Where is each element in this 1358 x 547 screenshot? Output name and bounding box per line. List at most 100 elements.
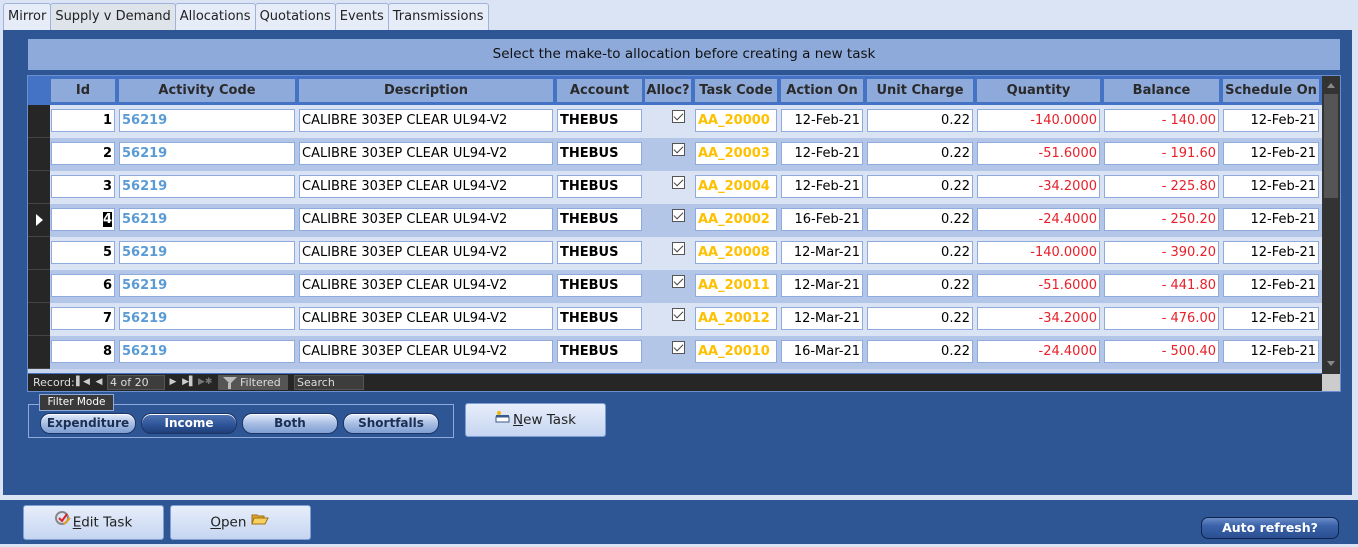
record-selector[interactable] xyxy=(28,303,50,336)
balance-cell[interactable]: - 225.80 xyxy=(1104,175,1219,198)
tab-supply-v-demand[interactable]: Supply v Demand xyxy=(50,3,176,30)
balance-cell[interactable]: - 191.60 xyxy=(1104,142,1219,165)
balance-cell[interactable]: - 441.80 xyxy=(1104,274,1219,297)
record-selector[interactable] xyxy=(28,204,50,237)
column-header-account[interactable]: Account xyxy=(557,79,642,102)
balance-cell[interactable]: - 250.20 xyxy=(1104,208,1219,231)
activity-code-link[interactable]: 56219 xyxy=(119,241,295,264)
last-record-icon[interactable]: ▶▌ xyxy=(182,374,196,391)
id-cell[interactable]: 1 xyxy=(51,109,115,132)
id-cell[interactable]: 5 xyxy=(51,241,115,264)
search-input[interactable]: Search xyxy=(294,375,364,390)
prev-record-icon[interactable]: ◀ xyxy=(92,374,106,391)
activity-code-link[interactable]: 56219 xyxy=(119,175,295,198)
table-row[interactable]: 7 56219 CALIBRE 303EP CLEAR UL94-V2 THEBUS A… xyxy=(28,303,1322,336)
schedule-on-cell[interactable]: 12-Feb-21 xyxy=(1223,175,1319,198)
column-header-activity-code[interactable]: Activity Code xyxy=(119,79,295,102)
record-selector[interactable] xyxy=(28,237,50,270)
column-header-action-on[interactable]: Action On xyxy=(781,79,863,102)
description-cell[interactable]: CALIBRE 303EP CLEAR UL94-V2 xyxy=(299,340,553,363)
action-on-cell[interactable]: 16-Feb-21 xyxy=(781,208,863,231)
tab-transmissions[interactable]: Transmissions xyxy=(387,3,489,30)
column-header-quantity[interactable]: Quantity xyxy=(977,79,1100,102)
action-on-cell[interactable]: 12-Feb-21 xyxy=(781,109,863,132)
alloc-checkbox[interactable] xyxy=(672,308,685,321)
filter-shortfalls-button[interactable]: Shortfalls xyxy=(343,413,439,434)
description-cell[interactable]: CALIBRE 303EP CLEAR UL94-V2 xyxy=(299,307,553,330)
schedule-on-cell[interactable]: 12-Feb-21 xyxy=(1223,142,1319,165)
column-header-task-code[interactable]: Task Code xyxy=(695,79,777,102)
new-task-button[interactable]: New Task xyxy=(465,403,606,437)
alloc-checkbox[interactable] xyxy=(672,209,685,222)
task-code-link[interactable]: AA_20004 xyxy=(695,175,777,198)
description-cell[interactable]: CALIBRE 303EP CLEAR UL94-V2 xyxy=(299,208,553,231)
tab-quotations[interactable]: Quotations xyxy=(254,3,336,30)
column-header-schedule-on[interactable]: Schedule On xyxy=(1223,79,1319,102)
id-cell[interactable]: 7 xyxy=(51,307,115,330)
schedule-on-cell[interactable]: 12-Feb-21 xyxy=(1223,109,1319,132)
schedule-on-cell[interactable]: 12-Feb-21 xyxy=(1223,208,1319,231)
scroll-up-icon[interactable] xyxy=(1325,80,1337,92)
action-on-cell[interactable]: 16-Mar-21 xyxy=(781,340,863,363)
task-code-link[interactable]: AA_20008 xyxy=(695,241,777,264)
auto-refresh-button[interactable]: Auto refresh? xyxy=(1201,517,1339,539)
action-on-cell[interactable]: 12-Feb-21 xyxy=(781,175,863,198)
activity-code-link[interactable]: 56219 xyxy=(119,274,295,297)
open-button[interactable]: Open xyxy=(170,505,311,540)
table-row[interactable]: 3 56219 CALIBRE 303EP CLEAR UL94-V2 THEBUS A… xyxy=(28,171,1322,204)
scroll-down-icon[interactable] xyxy=(1325,358,1337,370)
alloc-checkbox[interactable] xyxy=(672,341,685,354)
unit-charge-cell[interactable]: 0.22 xyxy=(867,340,973,363)
alloc-checkbox[interactable] xyxy=(672,110,685,123)
unit-charge-cell[interactable]: 0.22 xyxy=(867,241,973,264)
quantity-cell[interactable]: -24.4000 xyxy=(977,208,1100,231)
tab-allocations[interactable]: Allocations xyxy=(174,3,256,30)
quantity-cell[interactable]: -34.2000 xyxy=(977,175,1100,198)
table-row[interactable]: 1 56219 CALIBRE 303EP CLEAR UL94-V2 THEBUS A… xyxy=(28,105,1322,138)
filter-expenditure-button[interactable]: Expenditure xyxy=(40,413,136,434)
alloc-checkbox[interactable] xyxy=(672,242,685,255)
edit-task-button[interactable]: Edit Task xyxy=(23,505,164,540)
quantity-cell[interactable]: -51.6000 xyxy=(977,142,1100,165)
task-code-link[interactable]: AA_20000 xyxy=(695,109,777,132)
activity-code-link[interactable]: 56219 xyxy=(119,142,295,165)
task-code-link[interactable]: AA_20011 xyxy=(695,274,777,297)
activity-code-link[interactable]: 56219 xyxy=(119,307,295,330)
task-code-link[interactable]: AA_20003 xyxy=(695,142,777,165)
description-cell[interactable]: CALIBRE 303EP CLEAR UL94-V2 xyxy=(299,241,553,264)
alloc-checkbox[interactable] xyxy=(672,176,685,189)
id-cell[interactable]: 6 xyxy=(51,274,115,297)
id-cell[interactable]: 8 xyxy=(51,340,115,363)
activity-code-link[interactable]: 56219 xyxy=(119,208,295,231)
record-selector[interactable] xyxy=(28,270,50,303)
description-cell[interactable]: CALIBRE 303EP CLEAR UL94-V2 xyxy=(299,274,553,297)
filter-both-button[interactable]: Both xyxy=(242,413,338,434)
tab-events[interactable]: Events xyxy=(334,3,389,30)
record-selector[interactable] xyxy=(28,171,50,204)
schedule-on-cell[interactable]: 12-Feb-21 xyxy=(1223,274,1319,297)
id-cell[interactable]: 2 xyxy=(51,142,115,165)
action-on-cell[interactable]: 12-Mar-21 xyxy=(781,241,863,264)
next-record-icon[interactable]: ▶ xyxy=(166,374,180,391)
record-selector[interactable] xyxy=(28,105,50,138)
table-row[interactable]: 4 56219 CALIBRE 303EP CLEAR UL94-V2 THEBUS A… xyxy=(28,204,1322,237)
description-cell[interactable]: CALIBRE 303EP CLEAR UL94-V2 xyxy=(299,142,553,165)
unit-charge-cell[interactable]: 0.22 xyxy=(867,274,973,297)
unit-charge-cell[interactable]: 0.22 xyxy=(867,142,973,165)
column-header-balance[interactable]: Balance xyxy=(1104,79,1219,102)
account-cell[interactable]: THEBUS xyxy=(557,274,642,297)
record-selector[interactable] xyxy=(28,336,50,369)
id-cell[interactable]: 3 xyxy=(51,175,115,198)
table-row[interactable]: 5 56219 CALIBRE 303EP CLEAR UL94-V2 THEBUS A… xyxy=(28,237,1322,270)
balance-cell[interactable]: - 390.20 xyxy=(1104,241,1219,264)
alloc-checkbox[interactable] xyxy=(672,275,685,288)
schedule-on-cell[interactable]: 12-Feb-21 xyxy=(1223,307,1319,330)
column-header-description[interactable]: Description xyxy=(299,79,553,102)
balance-cell[interactable]: - 476.00 xyxy=(1104,307,1219,330)
unit-charge-cell[interactable]: 0.22 xyxy=(867,307,973,330)
account-cell[interactable]: THEBUS xyxy=(557,340,642,363)
account-cell[interactable]: THEBUS xyxy=(557,307,642,330)
quantity-cell[interactable]: -140.0000 xyxy=(977,109,1100,132)
account-cell[interactable]: THEBUS xyxy=(557,241,642,264)
account-cell[interactable]: THEBUS xyxy=(557,208,642,231)
